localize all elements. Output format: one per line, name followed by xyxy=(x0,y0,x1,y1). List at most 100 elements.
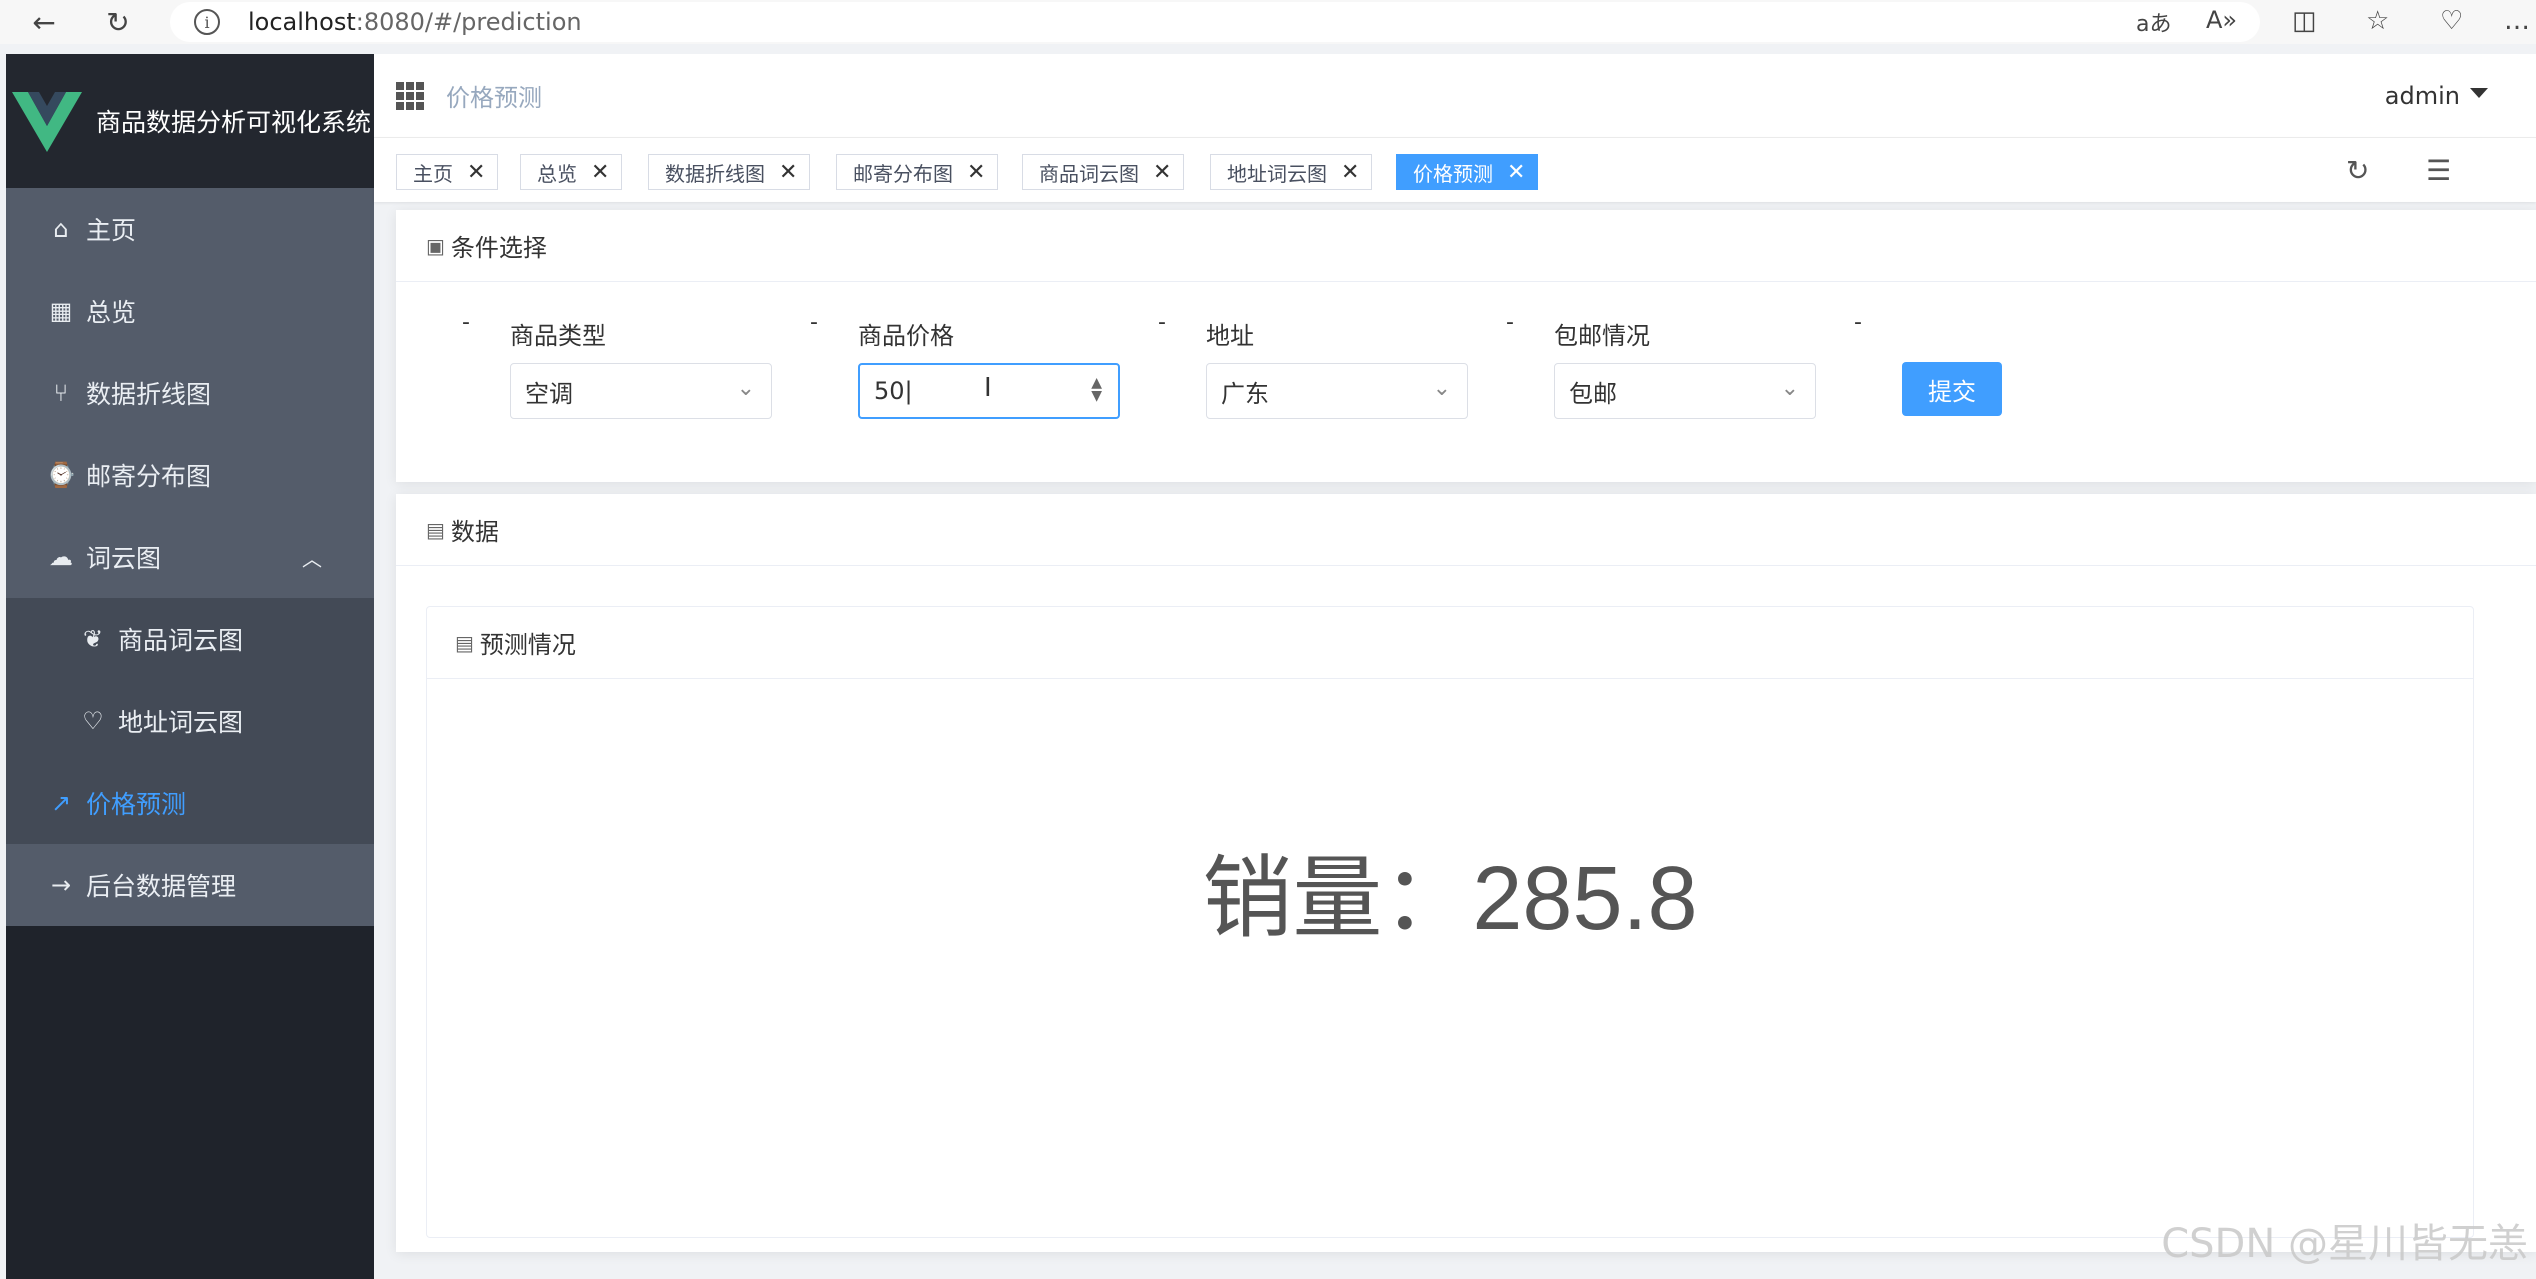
shipping-select[interactable]: 包邮 ⌄ xyxy=(1554,363,1816,419)
sidebar-item-shipping-map[interactable]: ⌚ 邮寄分布图 xyxy=(6,434,374,516)
tags-view: 主页 ✕ 总览 ✕ 数据折线图 ✕ 邮寄分布图 ✕ 商品词云图 ✕ 地址词云图 ✕ 价格预测… xyxy=(374,138,2536,202)
submit-button[interactable]: 提交 xyxy=(1902,362,2002,416)
username: admin xyxy=(2384,82,2460,110)
stepper-icon[interactable]: ▲ ▼ xyxy=(1091,376,1102,403)
trend-icon: ↗ xyxy=(50,789,72,817)
price-field: 商品价格 50 | I ▲ ▼ xyxy=(858,316,1120,419)
tag-label: 邮寄分布图 xyxy=(853,161,953,186)
document-icon: ▤ xyxy=(426,517,445,542)
tag-overview[interactable]: 总览 ✕ xyxy=(520,154,623,190)
condition-card-header: ▣ 条件选择 xyxy=(396,210,2536,282)
sidebar-item-label: 价格预测 xyxy=(86,790,187,819)
product-type-field: 商品类型 空调 ⌄ xyxy=(510,316,772,419)
sidebar-item-label: 词云图 xyxy=(86,544,162,573)
navbar: 价格预测 admin xyxy=(374,54,2536,138)
price-input[interactable]: 50 | I ▲ ▼ xyxy=(858,363,1120,419)
sidebar-item-label: 主页 xyxy=(86,216,137,245)
field-label: 包邮情况 xyxy=(1554,322,1650,350)
close-icon[interactable]: ✕ xyxy=(1507,160,1525,185)
more-icon[interactable]: … xyxy=(2504,6,2530,36)
product-type-select[interactable]: 空调 ⌄ xyxy=(510,363,772,419)
breadcrumb: 价格预测 xyxy=(446,84,542,112)
tag-shipping-map[interactable]: 邮寄分布图 ✕ xyxy=(836,154,999,190)
tag-home[interactable]: 主页 ✕ xyxy=(396,154,499,190)
prediction-card: ▤ 预测情况 销量：285.8 xyxy=(426,606,2474,1238)
condition-card: ▣ 条件选择 - 商品类型 空调 ⌄ - 商品价格 50 | I ▲ ▼ - 地址 … xyxy=(396,210,2536,482)
user-dropdown[interactable]: admin xyxy=(2385,82,2488,110)
translate-icon[interactable]: aあ xyxy=(2136,6,2171,38)
select-value: 包邮 xyxy=(1569,379,1617,408)
reload-icon[interactable]: ↻ xyxy=(100,4,136,40)
text-caret: | xyxy=(904,377,913,405)
sidebar-item-product-wordcloud[interactable]: ❦ 商品词云图 xyxy=(6,598,374,680)
leaf-icon: ❦ xyxy=(82,625,104,653)
browser-toolbar: ← ↻ i localhost:8080/#/prediction aあ A» … xyxy=(0,0,2536,44)
close-icon[interactable]: ✕ xyxy=(1341,160,1359,185)
close-icon[interactable]: ✕ xyxy=(591,160,609,185)
branch-icon: ⑂ xyxy=(53,379,69,407)
input-value: 50 xyxy=(874,377,905,405)
sidebar-item-label: 数据折线图 xyxy=(86,380,212,409)
chevron-down-icon: ⌄ xyxy=(1780,376,1799,401)
sidebar-item-line-chart[interactable]: ⑂ 数据折线图 xyxy=(6,352,374,434)
refresh-icon[interactable]: ↻ xyxy=(2346,154,2369,187)
arrow-right-icon: → xyxy=(50,871,72,899)
app-title: 商品数据分析可视化系统 xyxy=(96,108,372,137)
sidebar-item-address-wordcloud[interactable]: ♡ 地址词云图 xyxy=(6,680,374,762)
cloud-icon: ☁ xyxy=(49,543,73,571)
data-card: ▤ 数据 ▤ 预测情况 销量：285.8 xyxy=(396,494,2536,1252)
sidebar-item-admin-data[interactable]: → 后台数据管理 xyxy=(6,844,374,926)
sidebar-item-overview[interactable]: ▦ 总览 xyxy=(6,270,374,352)
film-icon: ▣ xyxy=(426,233,445,258)
sidebar-item-label: 后台数据管理 xyxy=(86,872,237,901)
watermark: CSDN @星川皆无恙 xyxy=(2161,1221,2528,1267)
sidebar-item-price-prediction[interactable]: ↗ 价格预测 xyxy=(6,762,374,844)
address-select[interactable]: 广东 ⌄ xyxy=(1206,363,1468,419)
tag-label: 总览 xyxy=(537,161,577,186)
data-card-header: ▤ 数据 xyxy=(396,494,2536,566)
separator: - xyxy=(1506,310,1514,335)
close-icon[interactable]: ✕ xyxy=(967,160,985,185)
sidebar-item-label: 邮寄分布图 xyxy=(86,462,212,491)
close-icon[interactable]: ✕ xyxy=(779,160,797,185)
tag-line-chart[interactable]: 数据折线图 ✕ xyxy=(648,154,811,190)
sidebar-item-wordcloud[interactable]: ☁ 词云图 ︿ xyxy=(6,516,374,598)
tag-price-prediction[interactable]: 价格预测 ✕ xyxy=(1396,154,1539,190)
separator: - xyxy=(810,310,818,335)
sidebar-logo: 商品数据分析可视化系统 xyxy=(6,54,374,188)
info-icon[interactable]: i xyxy=(194,9,220,35)
split-screen-icon[interactable]: ◫ xyxy=(2292,6,2317,36)
browser-essentials-icon[interactable]: ♡ xyxy=(2440,6,2463,36)
grid-icon: ▦ xyxy=(49,297,73,325)
address-bar[interactable]: i localhost:8080/#/prediction xyxy=(170,2,2260,42)
sidebar-item-label: 总览 xyxy=(86,298,137,327)
vue-logo-icon xyxy=(12,92,82,152)
select-value: 空调 xyxy=(525,379,573,408)
separator: - xyxy=(1854,310,1862,335)
separator: - xyxy=(462,310,470,335)
sidebar: 商品数据分析可视化系统 ⌂ 主页 ▦ 总览 ⑂ 数据折线图 ⌚ 邮寄分布图 ☁ … xyxy=(6,54,374,1279)
settings-sliders-icon[interactable]: ☰ xyxy=(2426,154,2451,187)
sidebar-item-home[interactable]: ⌂ 主页 xyxy=(6,188,374,270)
card-title: 数据 xyxy=(450,518,499,546)
sidebar-item-label: 地址词云图 xyxy=(118,708,244,737)
back-icon[interactable]: ← xyxy=(26,4,62,40)
tag-product-wordcloud[interactable]: 商品词云图 ✕ xyxy=(1022,154,1185,190)
read-aloud-icon[interactable]: A» xyxy=(2206,6,2237,34)
tag-address-wordcloud[interactable]: 地址词云图 ✕ xyxy=(1210,154,1373,190)
shipping-field: 包邮情况 包邮 ⌄ xyxy=(1554,316,1816,419)
tag-label: 数据折线图 xyxy=(665,161,765,186)
field-label: 商品价格 xyxy=(858,322,954,350)
ibeam-cursor-icon: I xyxy=(984,373,992,403)
close-icon[interactable]: ✕ xyxy=(1153,160,1171,185)
chevron-down-icon: ⌄ xyxy=(1432,376,1451,401)
favorites-icon[interactable]: ☆ xyxy=(2366,6,2389,36)
sidebar-menu: ⌂ 主页 ▦ 总览 ⑂ 数据折线图 ⌚ 邮寄分布图 ☁ 词云图 ︿ ❦ 商品词云… xyxy=(6,188,374,926)
field-label: 地址 xyxy=(1206,322,1254,350)
tag-label: 商品词云图 xyxy=(1039,161,1139,186)
url-text: localhost:8080/#/prediction xyxy=(248,8,582,36)
document-icon: ▤ xyxy=(455,630,474,655)
close-icon[interactable]: ✕ xyxy=(467,160,485,185)
hamburger-icon[interactable] xyxy=(396,82,424,110)
field-label: 商品类型 xyxy=(510,322,606,350)
